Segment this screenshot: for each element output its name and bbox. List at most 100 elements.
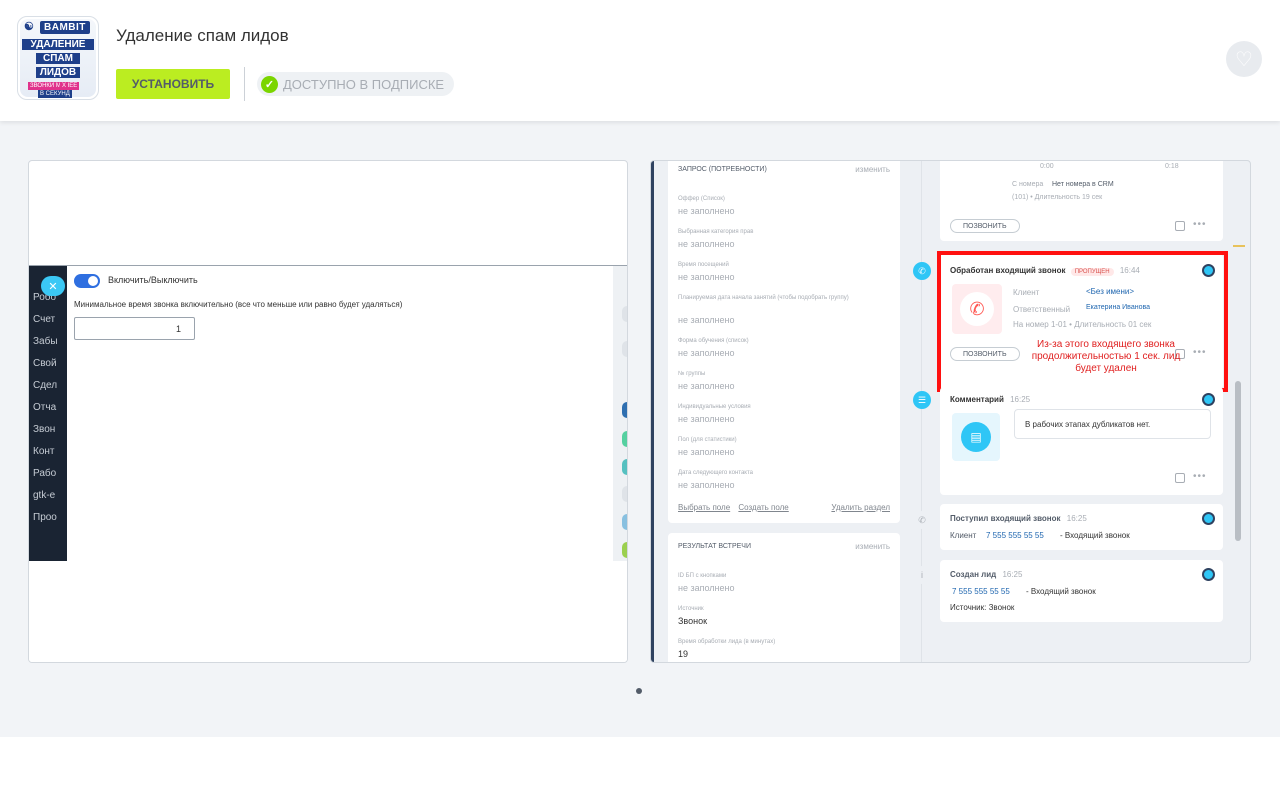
- card-title: Комментарий 16:25: [950, 395, 1030, 404]
- field-label: Форма обучения (список): [678, 338, 749, 344]
- screenshot-timeline[interactable]: ЗАПРОС (ПОТРЕБНОСТИ) изменить Оффер (Спи…: [650, 160, 1251, 663]
- sidebar-item: Проо: [33, 512, 57, 523]
- card-time: 16:25: [1066, 514, 1087, 523]
- section-title: ЗАПРОС (ПОТРЕБНОСТИ): [678, 166, 767, 173]
- field-label: Индивидуальные условия: [678, 404, 751, 410]
- field-label: ID БП с кнопками: [678, 573, 727, 579]
- strip-dot: [622, 542, 627, 558]
- call-duration: (101) • Длительность 19 сек: [1012, 194, 1103, 201]
- field-value[interactable]: не заполнено: [678, 272, 735, 282]
- field-value[interactable]: не заполнено: [678, 414, 735, 424]
- strip-dot: [622, 431, 627, 447]
- favorite-button[interactable]: ♡: [1226, 41, 1262, 77]
- create-field-link[interactable]: Создать поле: [738, 503, 788, 512]
- field-value[interactable]: не заполнено: [678, 348, 735, 358]
- requirements-section: ЗАПРОС (ПОТРЕБНОСТИ) изменить Оффер (Спи…: [668, 161, 900, 523]
- info-icon: i: [913, 566, 931, 584]
- logo-chair-icon: ☯: [24, 21, 34, 33]
- field-value[interactable]: не заполнено: [678, 480, 735, 490]
- field-value[interactable]: Звонок: [678, 616, 707, 626]
- lead-suffix: - Входящий звонок: [1026, 587, 1096, 596]
- field-label: Оффер (Список): [678, 196, 725, 202]
- timeline-line: [921, 161, 922, 662]
- app-title: Удаление спам лидов: [116, 26, 289, 45]
- phone-icon: ✆: [913, 262, 931, 280]
- strip-dot: [622, 402, 627, 418]
- app-header: ☯ BAMBIT УДАЛЕНИЕ СПАМ ЛИДОВ ЗВОНКИ МЕНЕ…: [0, 0, 1280, 121]
- section-edit-link[interactable]: изменить: [855, 165, 890, 174]
- scrollbar[interactable]: [1235, 381, 1241, 541]
- field-value[interactable]: не заполнено: [678, 239, 735, 249]
- meeting-result-section: РЕЗУЛЬТАТ ВСТРЕЧИ изменить ID БП с кнопк…: [668, 533, 900, 662]
- sidebar-item: Сдел: [33, 380, 58, 391]
- avatar: [1202, 393, 1215, 406]
- note-icon[interactable]: [1175, 473, 1185, 483]
- comment-text[interactable]: В рабочих этапах дубликатов нет.: [1014, 409, 1211, 439]
- card-time: 16:25: [1010, 395, 1031, 404]
- incoming-call-icon: ✆: [913, 511, 931, 529]
- install-button[interactable]: УСТАНОВИТЬ: [116, 69, 230, 99]
- delete-section-link[interactable]: Удалить раздел: [831, 503, 890, 512]
- logo-line-3: ЛИДОВ: [36, 67, 80, 78]
- field-value[interactable]: не заполнено: [678, 206, 735, 216]
- right-strip: [613, 266, 627, 561]
- sidebar-item: Счет: [33, 314, 56, 325]
- field-label: Пол (для статистики): [678, 437, 737, 443]
- card-title: Создан лид 16:25: [950, 570, 1022, 579]
- field-value[interactable]: не заполнено: [678, 381, 735, 391]
- logo-line-1: УДАЛЕНИЕ: [22, 39, 94, 50]
- field-label: Планируемая дата начала занятий (чтобы п…: [678, 295, 849, 301]
- close-icon[interactable]: ✕: [41, 276, 65, 296]
- more-icon[interactable]: •••: [1193, 471, 1207, 482]
- incoming-suffix: - Входящий звонок: [1060, 531, 1130, 540]
- sidebar-item: Отча: [33, 402, 57, 413]
- avatar: [1202, 568, 1215, 581]
- logo-brand: BAMBIT: [40, 21, 90, 34]
- call-button[interactable]: ПОЗВОНИТЬ: [950, 219, 1020, 233]
- sidebar-item: Звон: [33, 424, 56, 435]
- logo-tag-3: В СЕКУНД: [38, 90, 72, 98]
- field-value[interactable]: не заполнено: [678, 315, 735, 325]
- lead-phone-link[interactable]: 7 555 555 55 55: [952, 587, 1010, 596]
- screenshot-gallery: Робо Счет Забы Свой Сдел Отча Звон Конт …: [0, 121, 1280, 737]
- min-duration-input[interactable]: 1: [74, 317, 195, 340]
- scroll-marker: [1233, 245, 1245, 247]
- app-logo: ☯ BAMBIT УДАЛЕНИЕ СПАМ ЛИДОВ ЗВОНКИ МЕНЕ…: [17, 16, 99, 100]
- lead-created-title: Создан лид: [950, 570, 997, 579]
- heart-icon: ♡: [1235, 48, 1253, 71]
- timeline-card-comment: Комментарий 16:25 ▤ В рабочих этапах дуб…: [940, 387, 1223, 495]
- audio-end-time: 0:18: [1165, 163, 1179, 170]
- left-edge: [651, 161, 654, 662]
- section-edit-link[interactable]: изменить: [855, 542, 890, 551]
- logo-line-2: СПАМ: [36, 53, 80, 64]
- client-label: Клиент: [950, 531, 977, 540]
- chat-icon: ▤: [961, 422, 991, 452]
- field-label: Дата следующего контакта: [678, 470, 753, 476]
- check-icon: ✓: [261, 75, 278, 93]
- sidebar-item: Рабо: [33, 468, 57, 479]
- comment-title: Комментарий: [950, 395, 1004, 404]
- field-value[interactable]: не заполнено: [678, 583, 735, 593]
- enable-toggle[interactable]: [74, 274, 100, 288]
- screenshot-settings[interactable]: Робо Счет Забы Свой Сдел Отча Звон Конт …: [28, 160, 628, 663]
- highlight-note: Из-за этого входящего звонка продолжител…: [1031, 339, 1181, 374]
- from-value: Нет номера в CRM: [1052, 181, 1114, 188]
- carousel-dot[interactable]: [636, 688, 642, 694]
- field-value[interactable]: не заполнено: [678, 447, 735, 457]
- section-title: РЕЗУЛЬТАТ ВСТРЕЧИ: [678, 543, 751, 550]
- sidebar-item: Свой: [33, 358, 57, 369]
- header-divider: [244, 67, 245, 101]
- more-icon[interactable]: •••: [1193, 219, 1207, 230]
- field-actions: Выбрать поле Создать поле: [678, 503, 795, 512]
- sidebar-item: Забы: [33, 336, 58, 347]
- strip-dot: [622, 486, 627, 502]
- select-field-link[interactable]: Выбрать поле: [678, 503, 730, 512]
- note-icon[interactable]: [1175, 221, 1185, 231]
- field-value[interactable]: 19: [678, 649, 688, 659]
- settings-panel: [67, 266, 613, 561]
- logo-tag-1: ЗВОНКИ МЕНЕЕ: [28, 82, 80, 90]
- crm-sidebar: Робо Счет Забы Свой Сдел Отча Звон Конт …: [29, 266, 67, 561]
- blank-area: [29, 561, 627, 662]
- client-phone-link[interactable]: 7 555 555 55 55: [986, 531, 1044, 540]
- timeline-card-call-recording: 0:00 0:18 С номера Нет номера в CRM (101…: [940, 161, 1223, 241]
